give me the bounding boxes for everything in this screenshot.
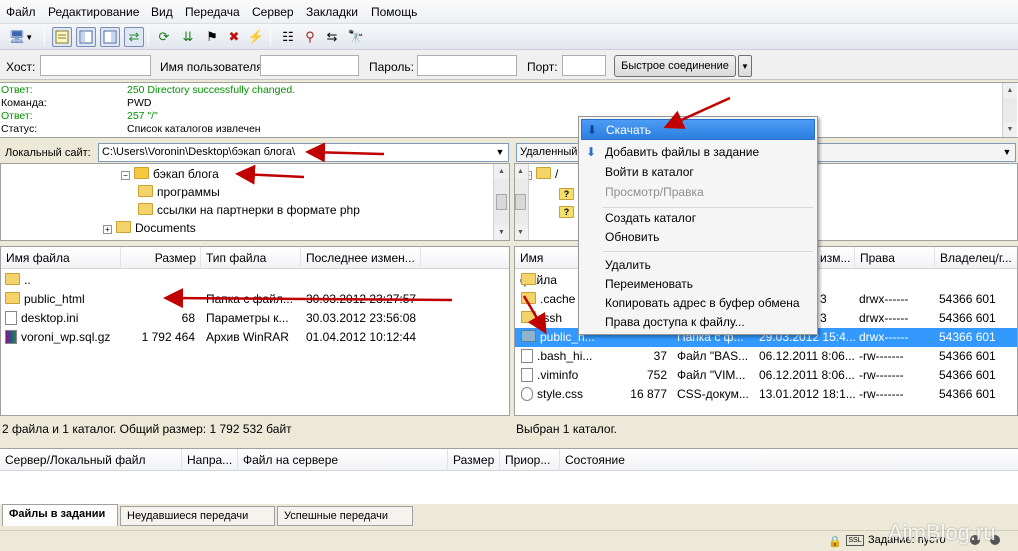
- annotation-arrow: [163, 288, 453, 309]
- annotation-arrow: [522, 295, 547, 335]
- annotation-arrow: [305, 142, 385, 163]
- annotation-arrows: [163, 96, 731, 335]
- watermark: AimBlog.ru: [888, 520, 996, 545]
- annotation-arrow: [235, 164, 305, 185]
- annotation-arrow: [663, 96, 731, 129]
